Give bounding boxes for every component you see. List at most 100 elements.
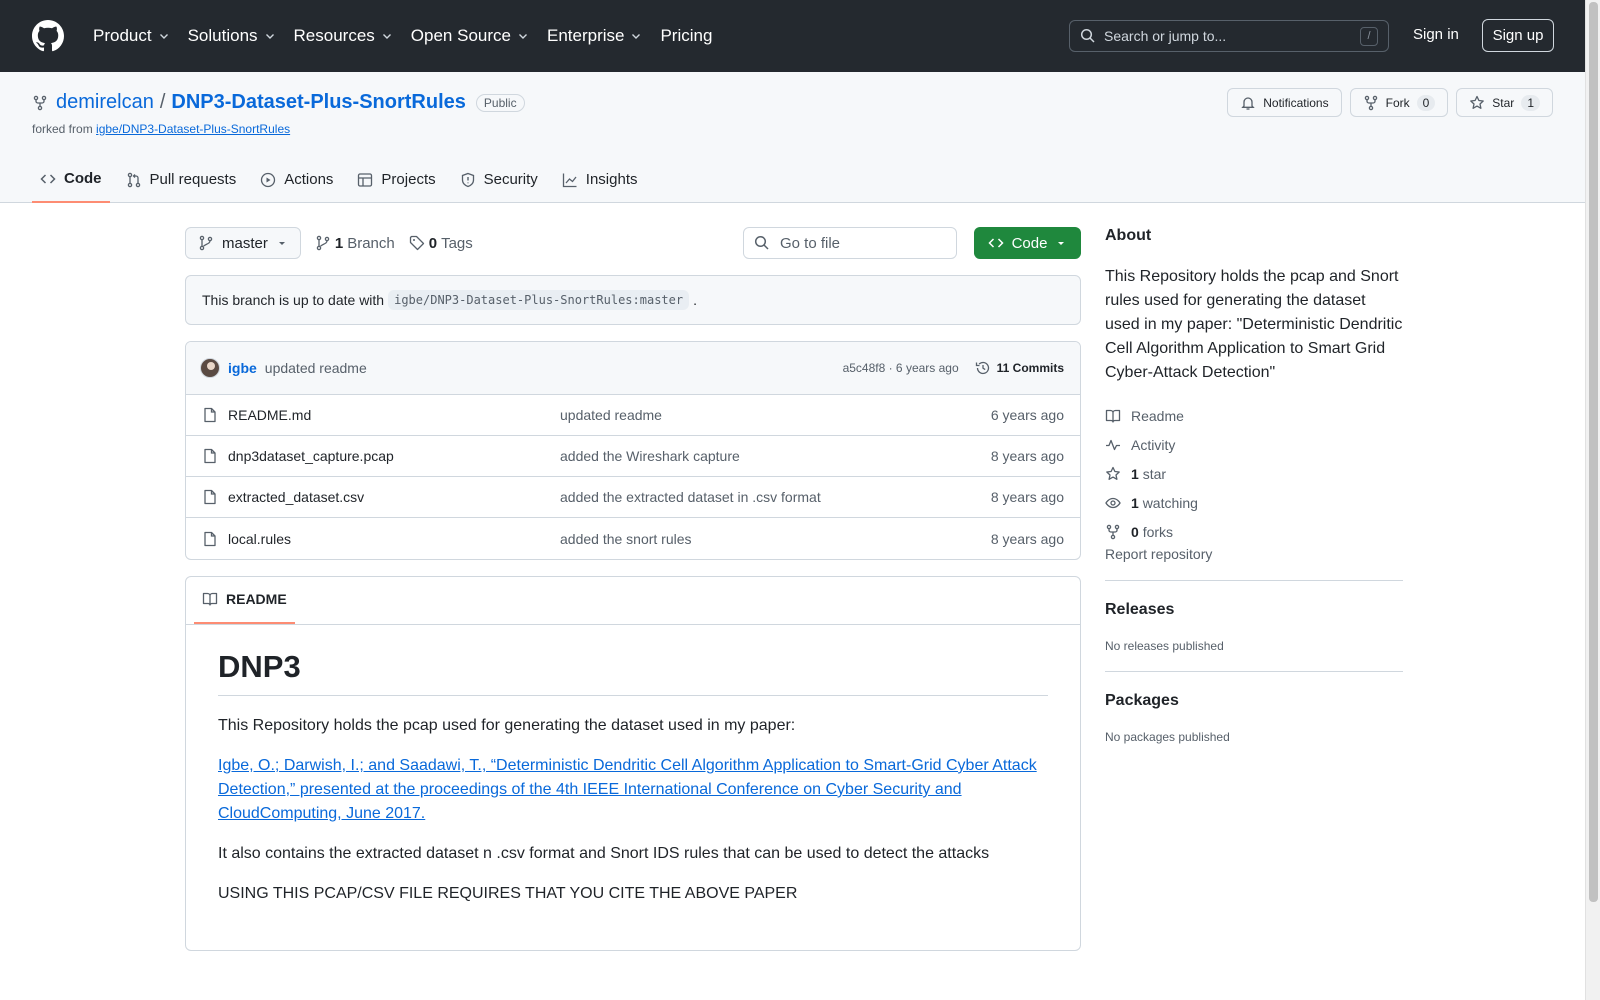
vertical-scrollbar[interactable]: [1585, 0, 1600, 1000]
chevron-down-icon: [265, 34, 274, 39]
nav-product-label: Product: [93, 26, 152, 45]
caret-down-icon: [278, 242, 285, 245]
scrollbar-thumb[interactable]: [1589, 2, 1598, 902]
nav-resources[interactable]: Resources: [285, 0, 402, 72]
file-name[interactable]: extracted_dataset.csv: [228, 489, 560, 505]
file-commit-message[interactable]: added the Wireshark capture: [560, 448, 991, 464]
go-to-file-input[interactable]: Go to file: [743, 227, 957, 259]
forks-link[interactable]: 0 forks: [1105, 517, 1403, 546]
fork-label: Fork: [1385, 95, 1410, 110]
commit-sha-age[interactable]: a5c48f8 · 6 years ago: [843, 361, 959, 375]
nav-product[interactable]: Product: [84, 0, 179, 72]
file-commit-message[interactable]: updated readme: [560, 407, 991, 423]
branches-link[interactable]: 1 Branch: [315, 235, 395, 252]
star-icon: [1470, 95, 1485, 109]
repo-tabs: Code Pull requests Actions Projects Secu…: [32, 156, 654, 203]
forks-count: 0: [1131, 523, 1139, 540]
play-circle-icon: [261, 172, 276, 187]
tag-icon: [409, 235, 424, 251]
tab-code[interactable]: Code: [32, 156, 110, 203]
citation-link[interactable]: Igbe, O.; Darwish, I.; and Saadawi, T., …: [218, 757, 1037, 822]
branch-label: Branch: [347, 234, 395, 252]
file-name[interactable]: local.rules: [228, 531, 560, 547]
avatar[interactable]: [200, 358, 220, 378]
readme-link[interactable]: Readme: [1105, 401, 1403, 430]
chevron-down-icon: [632, 34, 641, 39]
pull-request-icon: [127, 172, 140, 187]
report-repository-link[interactable]: Report repository: [1105, 546, 1212, 562]
branch-select-button[interactable]: master: [185, 227, 301, 259]
tab-security[interactable]: Security: [452, 156, 546, 203]
table-icon: [358, 172, 373, 187]
tab-pull-requests-label: Pull requests: [149, 171, 237, 188]
sign-in-link[interactable]: Sign in: [1413, 26, 1459, 43]
tab-code-label: Code: [64, 170, 102, 187]
repo-header: demirelcan / DNP3-Dataset-Plus-SnortRule…: [0, 72, 1585, 203]
releases-title[interactable]: Releases: [1105, 601, 1403, 619]
forks-label: forks: [1142, 523, 1174, 540]
tag-label: Tags: [441, 234, 473, 252]
tags-link[interactable]: 0 Tags: [409, 235, 473, 252]
tab-readme[interactable]: README: [194, 576, 295, 624]
nav-open-source-label: Open Source: [410, 26, 511, 45]
commit-author[interactable]: igbe: [228, 360, 257, 376]
about-description: This Repository holds the pcap and Snort…: [1105, 268, 1403, 381]
readme-panel: README DNP3 This Repository holds the pc…: [185, 576, 1081, 951]
nav-enterprise-label: Enterprise: [546, 26, 625, 45]
file-name[interactable]: dnp3dataset_capture.pcap: [228, 448, 560, 464]
tab-actions[interactable]: Actions: [252, 156, 341, 203]
file-icon: [204, 489, 216, 505]
file-commit-message[interactable]: added the snort rules: [560, 531, 991, 547]
forked-from-prefix: forked from: [32, 122, 93, 136]
github-logo-icon[interactable]: [32, 20, 64, 52]
nav-open-source[interactable]: Open Source: [402, 0, 538, 72]
nav-enterprise[interactable]: Enterprise: [538, 0, 651, 72]
releases-empty: No releases published: [1105, 639, 1224, 653]
search-shortcut-key: /: [1360, 26, 1378, 46]
global-header: Product Solutions Resources Open Source …: [0, 0, 1585, 72]
nav-solutions[interactable]: Solutions: [179, 0, 285, 72]
tab-actions-label: Actions: [284, 171, 334, 188]
stars-link[interactable]: 1 star: [1105, 459, 1403, 488]
chevron-down-icon: [382, 34, 391, 39]
nav-pricing[interactable]: Pricing: [651, 0, 721, 72]
file-age: 8 years ago: [990, 489, 1064, 505]
tab-pull-requests[interactable]: Pull requests: [118, 156, 245, 203]
watching-label: watching: [1142, 494, 1198, 511]
file-name[interactable]: README.md: [228, 407, 560, 423]
go-to-file-placeholder: Go to file: [780, 234, 841, 252]
star-button[interactable]: Star 1: [1456, 88, 1553, 117]
repo-owner-link[interactable]: demirelcan: [56, 91, 154, 114]
stars-count: 1: [1131, 465, 1139, 482]
forked-from-link[interactable]: igbe/DNP3-Dataset-Plus-SnortRules: [96, 122, 290, 136]
commits-link[interactable]: 11 Commits: [975, 360, 1064, 376]
branch-count: 1: [334, 234, 344, 252]
tab-insights[interactable]: Insights: [554, 156, 646, 203]
packages-empty: No packages published: [1105, 730, 1230, 744]
notifications-label: Notifications: [1263, 95, 1329, 110]
visibility-badge: Public: [475, 93, 525, 112]
graph-icon: [562, 173, 577, 187]
caret-down-icon: [1058, 242, 1065, 245]
packages-title[interactable]: Packages: [1105, 692, 1403, 710]
repo-name-link[interactable]: DNP3-Dataset-Plus-SnortRules: [171, 91, 466, 114]
activity-link[interactable]: Activity: [1105, 430, 1403, 459]
search-input[interactable]: Search or jump to... /: [1069, 20, 1389, 52]
code-button[interactable]: Code: [974, 227, 1081, 259]
fork-icon: [1364, 95, 1377, 110]
sign-up-button[interactable]: Sign up: [1482, 19, 1554, 52]
notifications-button[interactable]: Notifications: [1227, 88, 1342, 117]
search-icon: [1080, 28, 1095, 43]
commit-message[interactable]: updated readme: [265, 360, 367, 376]
book-icon: [202, 592, 218, 606]
forked-from: forked from igbe/DNP3-Dataset-Plus-Snort…: [32, 122, 290, 136]
star-count: 1: [1521, 94, 1540, 111]
stars-label: star: [1142, 465, 1167, 482]
file-commit-message[interactable]: added the extracted dataset in .csv form…: [560, 489, 991, 505]
tab-projects[interactable]: Projects: [349, 156, 443, 203]
fork-button[interactable]: Fork 0: [1349, 88, 1449, 117]
watching-link[interactable]: 1 watching: [1105, 488, 1403, 517]
readme-paragraph: It also contains the extracted dataset n…: [218, 845, 990, 862]
repo-title: demirelcan / DNP3-Dataset-Plus-SnortRule…: [32, 91, 525, 114]
branch-status-ref[interactable]: igbe/DNP3-Dataset-Plus-SnortRules:master: [388, 290, 690, 310]
